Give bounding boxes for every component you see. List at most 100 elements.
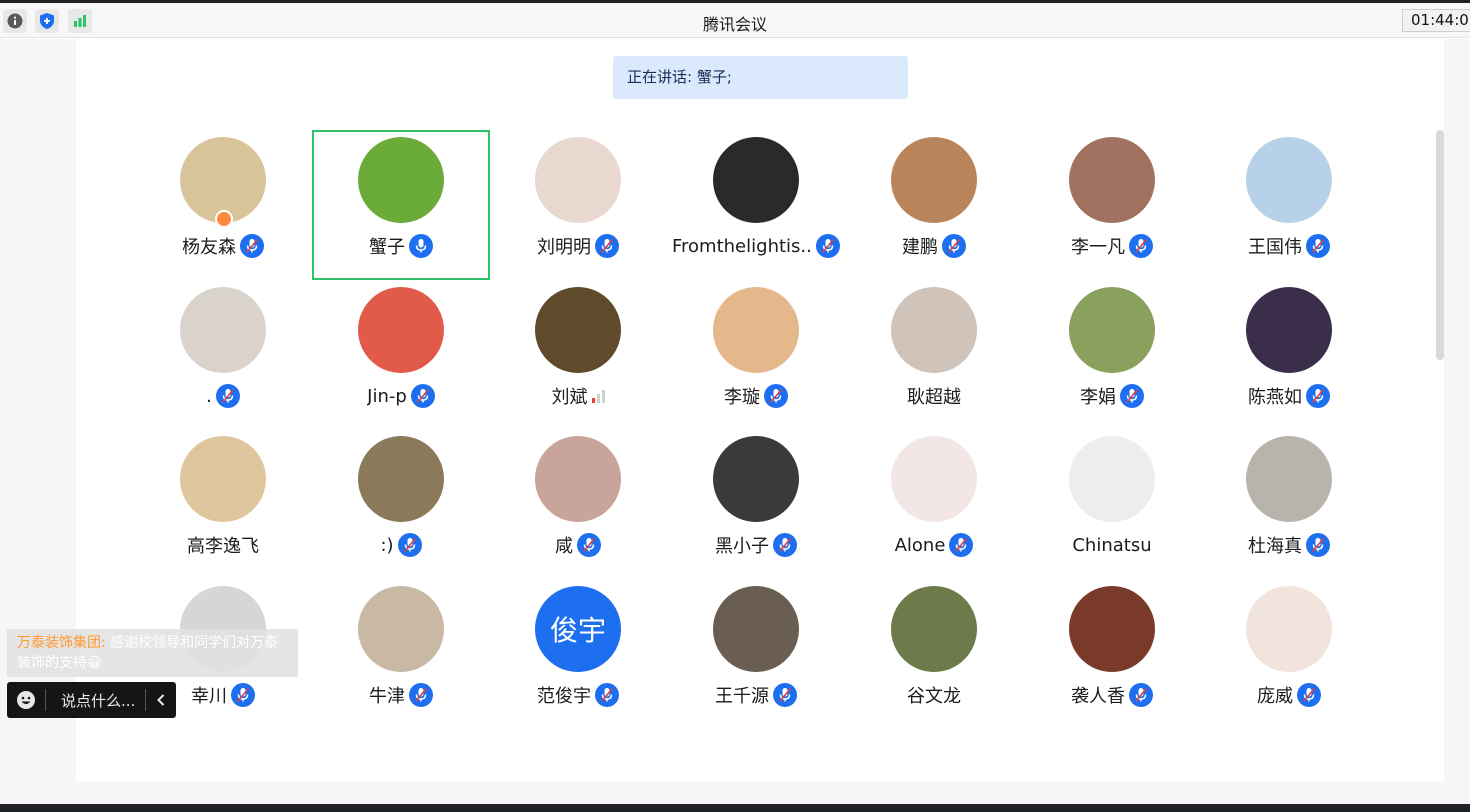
- participant-name: Jin-p: [367, 385, 407, 407]
- avatar: [891, 287, 977, 373]
- participant-tile[interactable]: .: [134, 280, 312, 430]
- participant-name: 王国伟: [1248, 237, 1302, 258]
- participant-tile[interactable]: 黑小子: [667, 429, 845, 579]
- avatar: [1069, 586, 1155, 672]
- participant-tile[interactable]: Alone: [845, 429, 1023, 579]
- avatar: [358, 137, 444, 223]
- emoji-icon[interactable]: [7, 682, 45, 718]
- mic-muted-icon: [240, 234, 264, 258]
- mic-muted-icon: [1129, 234, 1153, 258]
- avatar: [1246, 287, 1332, 373]
- mic-muted-icon: [410, 384, 435, 408]
- participant-tile[interactable]: 李一凡: [1023, 130, 1201, 280]
- participant-tile[interactable]: 刘斌: [489, 280, 667, 430]
- avatar: [713, 436, 799, 522]
- participant-tile[interactable]: 杜海真: [1200, 429, 1378, 579]
- avatar: [891, 586, 977, 672]
- participant-tile[interactable]: Fromthelightis...: [667, 130, 845, 280]
- avatar: [713, 586, 799, 672]
- participant-name: :): [380, 534, 394, 556]
- participant-tile[interactable]: 袭人香: [1023, 579, 1201, 729]
- mic-muted-icon: [1120, 384, 1144, 408]
- avatar: [535, 436, 621, 522]
- participant-name: 范俊宇: [537, 686, 591, 707]
- participant-tile[interactable]: 俊宇 范俊宇: [489, 579, 667, 729]
- participant-name: 咸: [555, 536, 573, 557]
- participant-name: 建鹏: [902, 237, 938, 258]
- participant-label-row: 李一凡: [1023, 233, 1201, 259]
- avatar: [535, 287, 621, 373]
- mic-muted-icon: [397, 533, 422, 557]
- participant-label-row: 范俊宇: [489, 682, 667, 708]
- participant-tile[interactable]: 李娟: [1023, 280, 1201, 430]
- participant-name: .: [206, 385, 212, 407]
- participant-name: 陈燕如: [1248, 387, 1302, 408]
- avatar: 俊宇: [535, 586, 621, 672]
- participant-name: 袭人香: [1071, 686, 1125, 707]
- participant-name: 幸川: [191, 686, 227, 707]
- participant-label-row: 蟹子: [312, 233, 490, 259]
- participant-name: Chinatsu: [1072, 534, 1152, 556]
- title-bar: 腾讯会议 01:44:03: [0, 3, 1470, 38]
- avatar: [891, 137, 977, 223]
- participant-label-row: 刘斌: [489, 383, 667, 409]
- participant-name: 杜海真: [1248, 536, 1302, 557]
- participant-tile[interactable]: 刘明明: [489, 130, 667, 280]
- participant-label-row: 杨友森: [134, 233, 312, 259]
- participant-tile[interactable]: 杨友森: [134, 130, 312, 280]
- avatar: [1069, 137, 1155, 223]
- volume-level-icon: [591, 389, 605, 403]
- participant-name: 刘明明: [537, 237, 591, 258]
- participant-name: 李一凡: [1071, 237, 1125, 258]
- participant-tile[interactable]: 庞威: [1200, 579, 1378, 729]
- participant-label-row: 袭人香: [1023, 682, 1201, 708]
- participant-name: 李璇: [724, 387, 760, 408]
- avatar: [180, 436, 266, 522]
- scrollbar-thumb[interactable]: [1436, 130, 1444, 360]
- mic-speaking-icon: [409, 234, 433, 258]
- participant-label-row: 李璇: [667, 383, 845, 409]
- participant-tile[interactable]: 蟹子: [312, 130, 490, 280]
- participant-tile[interactable]: 牛津: [312, 579, 490, 729]
- avatar: [358, 586, 444, 672]
- participant-name: Alone: [894, 534, 946, 556]
- right-gutter: [1444, 39, 1470, 804]
- mic-muted-icon: [773, 683, 797, 707]
- window-bottom-border: [0, 804, 1470, 812]
- participant-tile[interactable]: 咸: [489, 429, 667, 579]
- participant-label-row: 咸: [489, 532, 667, 558]
- participant-tile[interactable]: 王千源: [667, 579, 845, 729]
- participant-tile[interactable]: :): [312, 429, 490, 579]
- chat-message-toast: 万泰装饰集团: 感谢校领导和同学们对万泰装饰的支持😀: [7, 629, 298, 677]
- participant-name: 杨友森: [182, 237, 236, 258]
- avatar: [180, 287, 266, 373]
- participant-tile[interactable]: 李璇: [667, 280, 845, 430]
- mic-muted-icon: [1306, 533, 1330, 557]
- avatar: [1069, 287, 1155, 373]
- participant-label-row: 杜海真: [1200, 532, 1378, 558]
- participant-tile[interactable]: 陈燕如: [1200, 280, 1378, 430]
- mic-muted-icon: [595, 234, 619, 258]
- avatar: [891, 436, 977, 522]
- participant-tile[interactable]: Chinatsu: [1023, 429, 1201, 579]
- mic-muted-icon: [942, 234, 966, 258]
- participant-name: 刘斌: [551, 387, 588, 408]
- participant-tile[interactable]: Jin-p: [312, 280, 490, 430]
- participant-tile[interactable]: 王国伟: [1200, 130, 1378, 280]
- participant-name: 谷文龙: [907, 686, 961, 707]
- mic-muted-icon: [816, 234, 840, 258]
- participant-label-row: Jin-p: [312, 383, 490, 409]
- participant-tile[interactable]: 高李逸飞: [134, 429, 312, 579]
- collapse-chevron-icon[interactable]: [146, 682, 176, 718]
- avatar: [713, 137, 799, 223]
- chat-sender: 万泰装饰集团:: [17, 635, 106, 651]
- mic-muted-icon: [409, 683, 433, 707]
- participant-name: 蟹子: [369, 237, 405, 258]
- participant-tile[interactable]: 耿超越: [845, 280, 1023, 430]
- participant-tile[interactable]: 谷文龙: [845, 579, 1023, 729]
- participant-name: 李娟: [1080, 387, 1116, 408]
- participant-label-row: 刘明明: [489, 233, 667, 259]
- chat-input[interactable]: 说点什么...: [46, 690, 145, 711]
- participant-tile[interactable]: 建鹏: [845, 130, 1023, 280]
- avatar: [1246, 586, 1332, 672]
